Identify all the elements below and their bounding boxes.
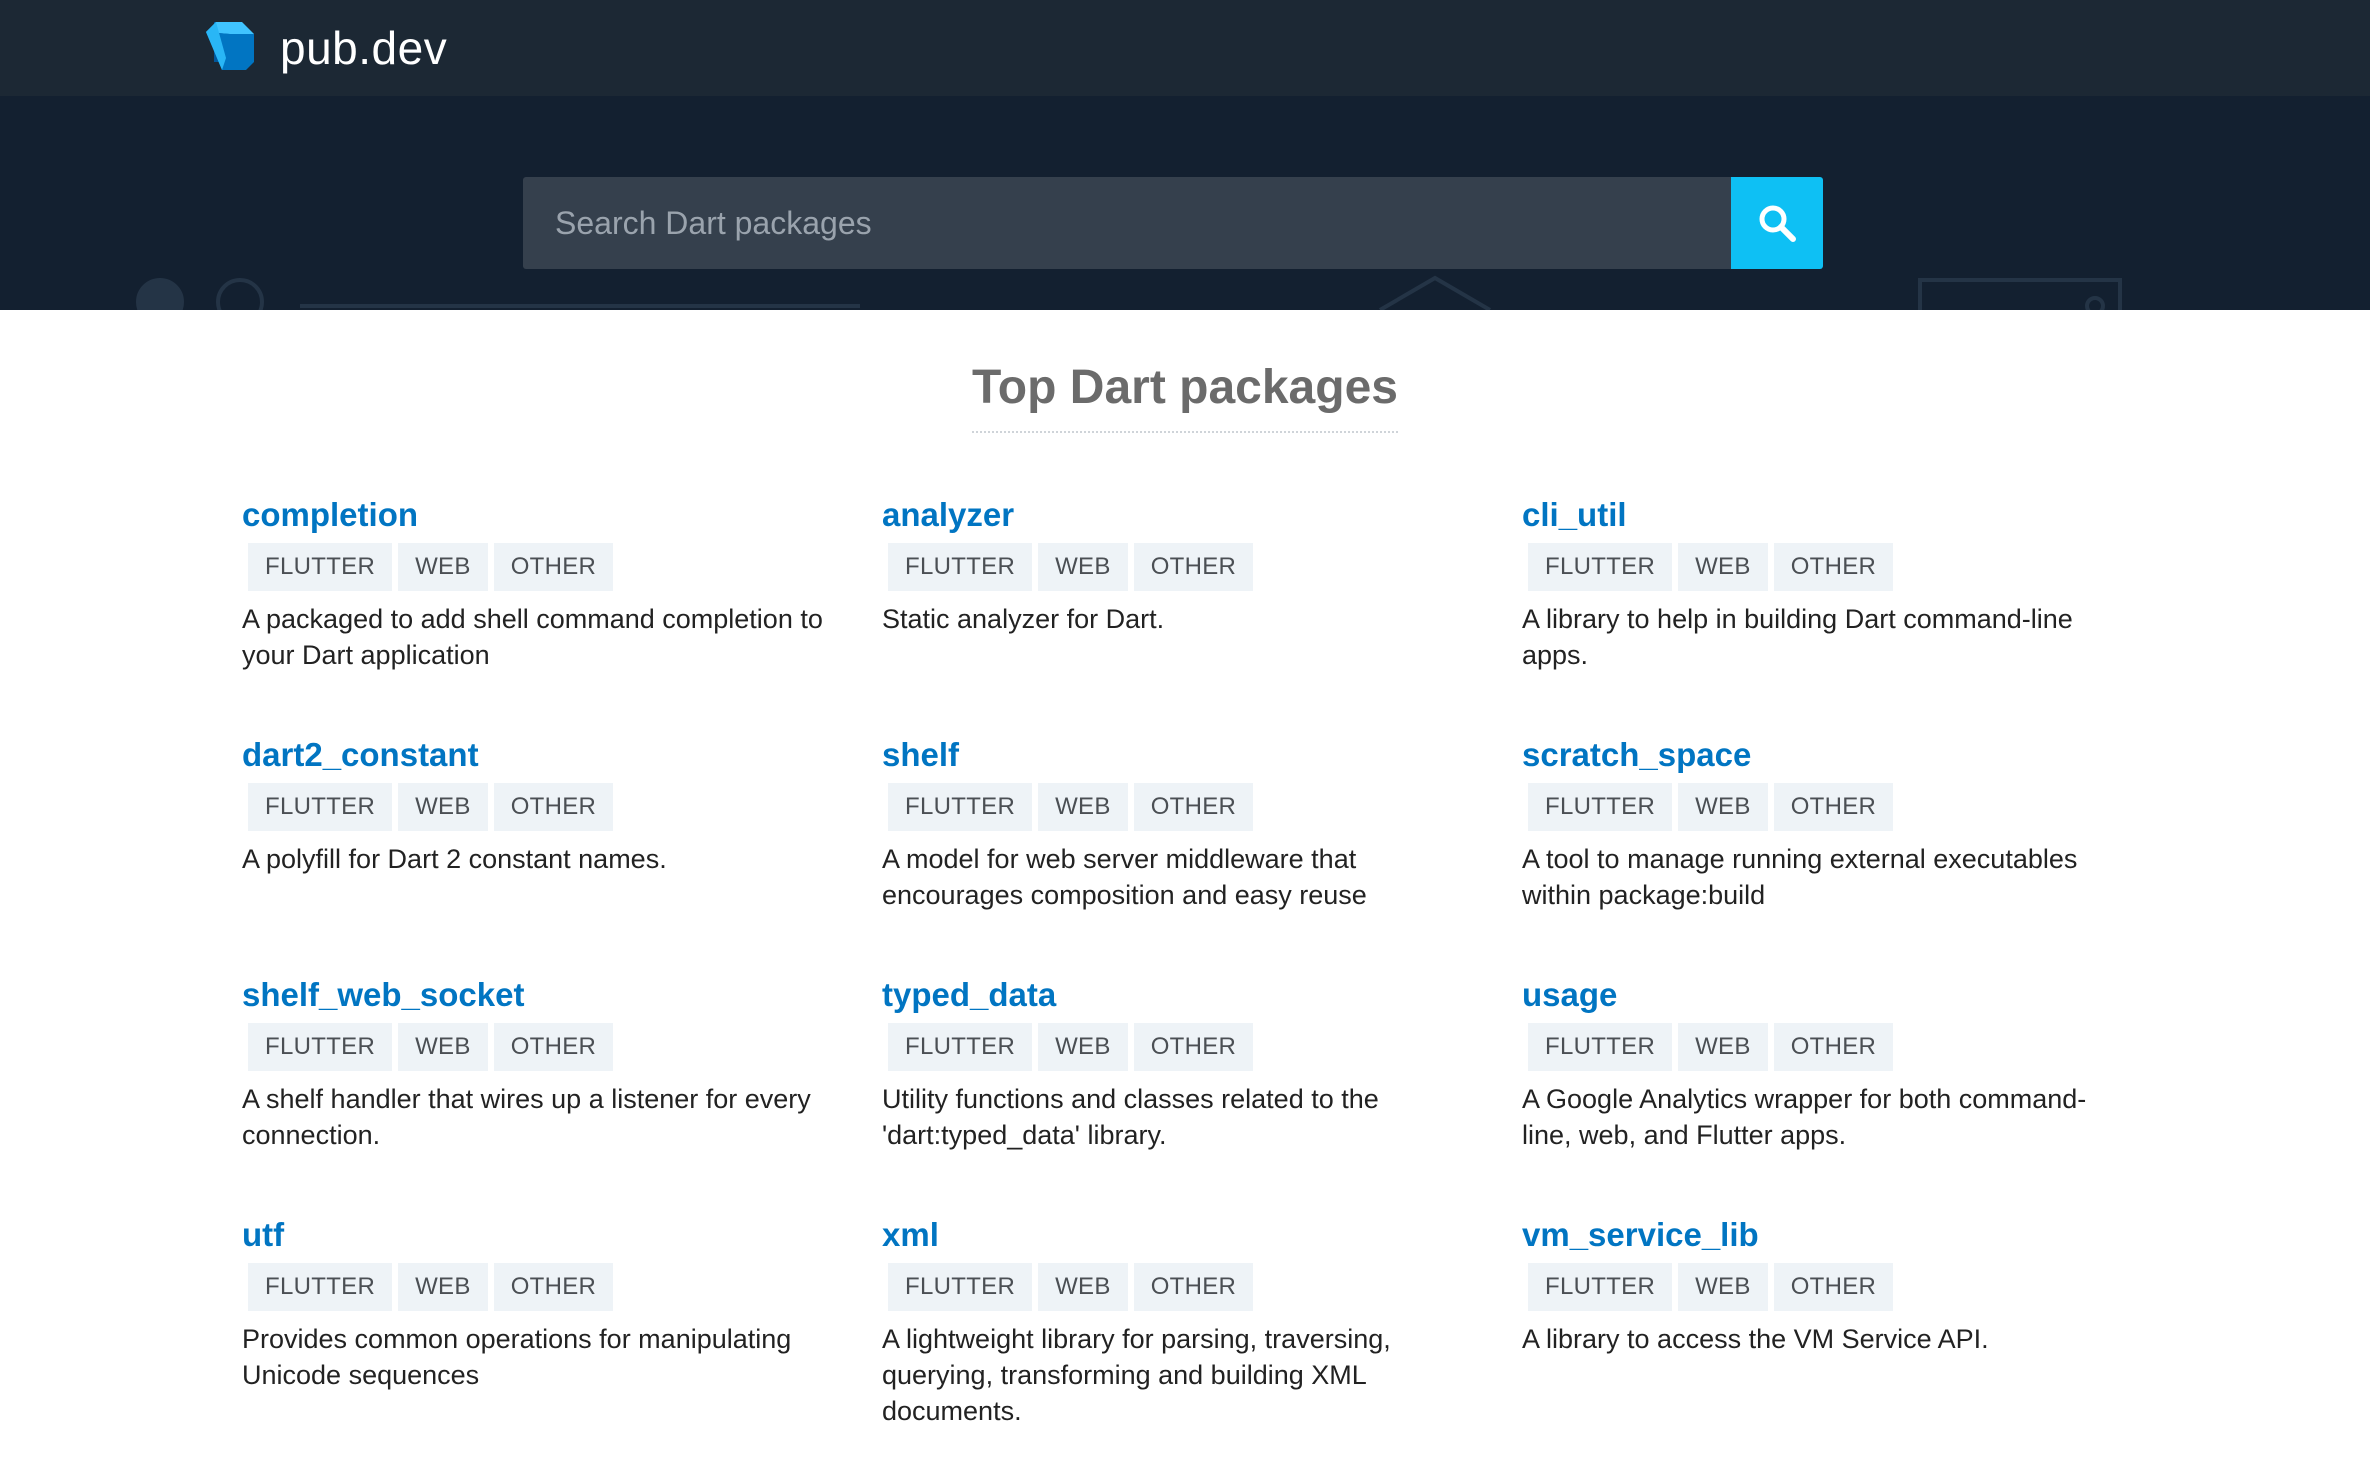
platform-tags: FLUTTER WEB OTHER xyxy=(888,543,1482,591)
package-description: Static analyzer for Dart. xyxy=(882,604,1165,634)
platform-tag-other[interactable]: OTHER xyxy=(493,543,614,591)
package-description: Utility functions and classes related to… xyxy=(882,1084,1379,1150)
platform-tag-web[interactable]: WEB xyxy=(1678,1023,1768,1071)
package-description: A library to help in building Dart comma… xyxy=(1522,604,2073,670)
platform-tags: FLUTTER WEB OTHER xyxy=(888,1023,1482,1071)
dart-logo-icon xyxy=(202,18,258,79)
package-card: vm_service_lib FLUTTER WEB OTHER A library t… xyxy=(1522,1212,2122,1357)
search-button[interactable] xyxy=(1731,177,1823,269)
platform-tag-web[interactable]: WEB xyxy=(398,1263,488,1311)
platform-tag-other[interactable]: OTHER xyxy=(1133,1023,1254,1071)
platform-tag-flutter[interactable]: FLUTTER xyxy=(1528,543,1673,591)
search-icon xyxy=(1759,205,1796,242)
platform-tag-web[interactable]: WEB xyxy=(1678,783,1768,831)
platform-tag-other[interactable]: OTHER xyxy=(1133,543,1254,591)
platform-tag-web[interactable]: WEB xyxy=(1038,1023,1128,1071)
platform-tag-other[interactable]: OTHER xyxy=(493,1263,614,1311)
platform-tag-other[interactable]: OTHER xyxy=(1773,543,1894,591)
section-heading: Top Dart packages xyxy=(0,360,2370,433)
package-name-link[interactable]: usage xyxy=(1522,972,2122,1018)
package-description: A shelf handler that wires up a listener… xyxy=(242,1084,811,1150)
platform-tag-other[interactable]: OTHER xyxy=(1773,1023,1894,1071)
section-title: Top Dart packages xyxy=(972,360,1398,433)
platform-tags: FLUTTER WEB OTHER xyxy=(888,783,1482,831)
platform-tags: FLUTTER WEB OTHER xyxy=(248,1263,842,1311)
search-banner xyxy=(0,96,2370,310)
package-card: typed_data FLUTTER WEB OTHER Utility functio… xyxy=(882,972,1482,1153)
home-logo-link[interactable]: pub.dev xyxy=(202,20,447,76)
package-name-link[interactable]: shelf xyxy=(882,732,1482,778)
platform-tag-flutter[interactable]: FLUTTER xyxy=(888,543,1033,591)
package-name-link[interactable]: cli_util xyxy=(1522,492,2122,538)
package-description: Provides common operations for manipulat… xyxy=(242,1324,792,1390)
platform-tags: FLUTTER WEB OTHER xyxy=(1528,783,2122,831)
platform-tag-web[interactable]: WEB xyxy=(1038,1263,1128,1311)
platform-tag-flutter[interactable]: FLUTTER xyxy=(1528,783,1673,831)
package-description: A lightweight library for parsing, trave… xyxy=(882,1324,1391,1426)
package-description: A library to access the VM Service API. xyxy=(1522,1324,1989,1354)
package-description: A polyfill for Dart 2 constant names. xyxy=(242,844,667,874)
platform-tag-flutter[interactable]: FLUTTER xyxy=(1528,1023,1673,1071)
platform-tag-flutter[interactable]: FLUTTER xyxy=(248,1023,393,1071)
platform-tag-other[interactable]: OTHER xyxy=(1133,1263,1254,1311)
platform-tag-flutter[interactable]: FLUTTER xyxy=(248,543,393,591)
package-card: scratch_space FLUTTER WEB OTHER A tool to ma… xyxy=(1522,732,2122,913)
platform-tag-web[interactable]: WEB xyxy=(1038,543,1128,591)
platform-tag-web[interactable]: WEB xyxy=(1678,543,1768,591)
search-form xyxy=(523,177,1823,269)
platform-tag-web[interactable]: WEB xyxy=(398,783,488,831)
logo-text: pub.dev xyxy=(280,22,448,74)
package-name-link[interactable]: dart2_constant xyxy=(242,732,842,778)
platform-tag-flutter[interactable]: FLUTTER xyxy=(248,1263,393,1311)
platform-tag-web[interactable]: WEB xyxy=(398,1023,488,1071)
platform-tags: FLUTTER WEB OTHER xyxy=(888,1263,1482,1311)
platform-tag-flutter[interactable]: FLUTTER xyxy=(1528,1263,1673,1311)
platform-tags: FLUTTER WEB OTHER xyxy=(248,543,842,591)
package-card: cli_util FLUTTER WEB OTHER A library to help… xyxy=(1522,492,2122,673)
package-description: A Google Analytics wrapper for both comm… xyxy=(1522,1084,2087,1150)
package-description: A packaged to add shell command completi… xyxy=(242,604,823,670)
package-description: A tool to manage running external execut… xyxy=(1522,844,2078,910)
platform-tag-other[interactable]: OTHER xyxy=(1133,783,1254,831)
platform-tags: FLUTTER WEB OTHER xyxy=(1528,543,2122,591)
platform-tags: FLUTTER WEB OTHER xyxy=(248,783,842,831)
package-card: analyzer FLUTTER WEB OTHER Static analyzer f… xyxy=(882,492,1482,637)
package-name-link[interactable]: typed_data xyxy=(882,972,1482,1018)
package-card: shelf FLUTTER WEB OTHER A model for web serv… xyxy=(882,732,1482,913)
platform-tag-flutter[interactable]: FLUTTER xyxy=(888,1263,1033,1311)
package-card: usage FLUTTER WEB OTHER A Google Analytics w… xyxy=(1522,972,2122,1153)
platform-tags: FLUTTER WEB OTHER xyxy=(1528,1023,2122,1071)
platform-tag-flutter[interactable]: FLUTTER xyxy=(888,783,1033,831)
platform-tag-flutter[interactable]: FLUTTER xyxy=(248,783,393,831)
platform-tag-web[interactable]: WEB xyxy=(1038,783,1128,831)
platform-tag-other[interactable]: OTHER xyxy=(493,1023,614,1071)
package-name-link[interactable]: vm_service_lib xyxy=(1522,1212,2122,1258)
package-card: xml FLUTTER WEB OTHER A lightweight library … xyxy=(882,1212,1482,1429)
package-card: completion FLUTTER WEB OTHER A packaged to a… xyxy=(242,492,842,673)
platform-tags: FLUTTER WEB OTHER xyxy=(1528,1263,2122,1311)
platform-tag-other[interactable]: OTHER xyxy=(1773,1263,1894,1311)
package-name-link[interactable]: shelf_web_socket xyxy=(242,972,842,1018)
package-name-link[interactable]: utf xyxy=(242,1212,842,1258)
platform-tags: FLUTTER WEB OTHER xyxy=(248,1023,842,1071)
platform-tag-web[interactable]: WEB xyxy=(1678,1263,1768,1311)
platform-tag-flutter[interactable]: FLUTTER xyxy=(888,1023,1033,1071)
platform-tag-other[interactable]: OTHER xyxy=(1773,783,1894,831)
package-card: shelf_web_socket FLUTTER WEB OTHER A shelf h… xyxy=(242,972,842,1153)
package-name-link[interactable]: scratch_space xyxy=(1522,732,2122,778)
package-card: dart2_constant FLUTTER WEB OTHER A polyfill … xyxy=(242,732,842,877)
platform-tag-other[interactable]: OTHER xyxy=(493,783,614,831)
top-navigation-bar: pub.dev xyxy=(0,0,2370,96)
platform-tag-web[interactable]: WEB xyxy=(398,543,488,591)
package-name-link[interactable]: completion xyxy=(242,492,842,538)
package-description: A model for web server middleware that e… xyxy=(882,844,1367,910)
search-input[interactable] xyxy=(523,177,1731,269)
package-name-link[interactable]: xml xyxy=(882,1212,1482,1258)
package-name-link[interactable]: analyzer xyxy=(882,492,1482,538)
package-card: utf FLUTTER WEB OTHER Provides common operat… xyxy=(242,1212,842,1393)
